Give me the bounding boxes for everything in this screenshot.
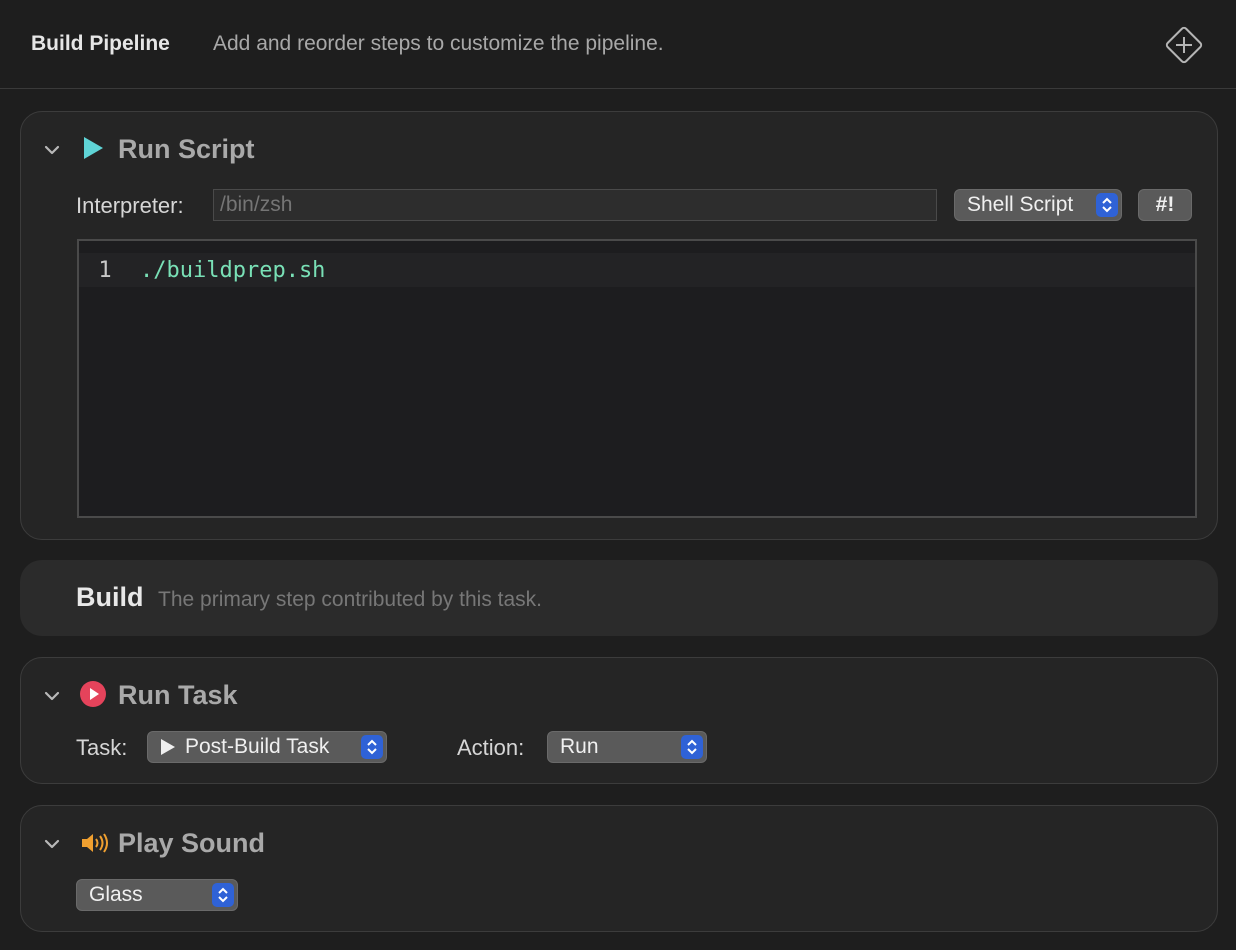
script-type-value: Shell Script [967,193,1074,216]
run-task-title: Run Task [118,680,238,710]
play-triangle-icon [80,135,106,161]
popup-stepper-icon [361,735,383,759]
sound-value: Glass [89,883,143,906]
task-label: Task: [76,735,128,760]
popup-stepper-icon [1096,193,1118,217]
play-sound-panel: Play Sound Glass [20,805,1218,932]
build-description: The primary step contributed by this tas… [158,588,542,611]
collapse-run-script-button[interactable] [42,140,62,160]
action-value: Run [560,735,599,758]
interpreter-label: Interpreter: [76,193,184,218]
interpreter-input[interactable] [213,189,937,221]
action-popup[interactable]: Run [547,731,707,763]
chevron-down-icon [44,839,60,849]
run-task-panel: Run Task Task: Post-Build Task Action: R… [20,657,1218,784]
action-label: Action: [457,735,525,760]
collapse-run-task-button[interactable] [42,686,62,706]
script-type-popup[interactable]: Shell Script [954,189,1122,221]
collapse-play-sound-button[interactable] [42,834,62,854]
script-editor[interactable]: 1 ./buildprep.sh [77,239,1197,518]
play-icon [161,739,175,755]
popup-stepper-icon [212,883,234,907]
plus-diamond-icon [1165,26,1203,64]
shebang-button[interactable]: #! [1138,189,1192,221]
task-value: Post-Build Task [185,735,330,758]
build-title: Build [76,582,144,612]
speaker-icon [80,830,110,856]
chevron-down-icon [44,691,60,701]
add-step-button[interactable] [1163,24,1205,66]
chevron-down-icon [44,145,60,155]
play-circle-icon [80,681,106,707]
run-script-panel: Run Script Interpreter: Shell Script #! … [20,111,1218,540]
page-subtitle: Add and reorder steps to customize the p… [213,32,664,55]
line-number: 1 [98,257,112,283]
sound-popup[interactable]: Glass [76,879,238,911]
editor-line: 1 ./buildprep.sh [79,253,1195,287]
play-sound-title: Play Sound [118,828,266,858]
popup-stepper-icon [681,735,703,759]
task-popup[interactable]: Post-Build Task [147,731,387,763]
script-code: ./buildprep.sh [140,257,326,283]
page-title: Build Pipeline [31,32,170,55]
build-step-panel: Build The primary step contributed by th… [20,560,1218,636]
run-script-title: Run Script [118,134,255,164]
header: Build Pipeline Add and reorder steps to … [0,0,1236,89]
